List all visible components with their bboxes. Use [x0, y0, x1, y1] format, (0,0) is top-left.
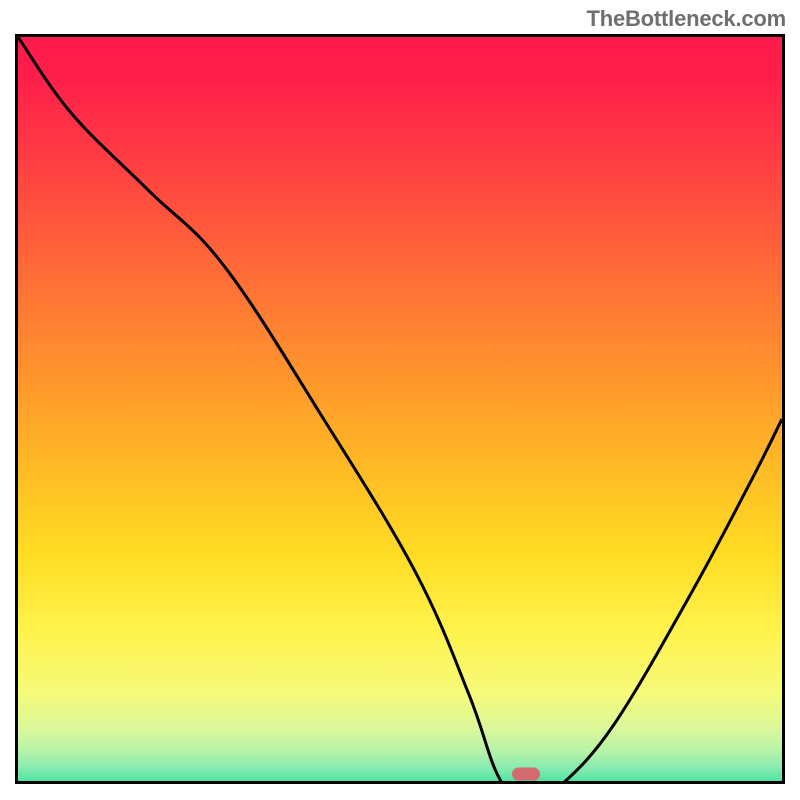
watermark-text: TheBottleneck.com [586, 6, 786, 32]
bottleneck-curve [18, 37, 782, 784]
plot-frame [15, 34, 785, 784]
chart-root: TheBottleneck.com [0, 0, 800, 800]
optimal-point-marker [512, 767, 540, 780]
plot-area [18, 37, 782, 781]
